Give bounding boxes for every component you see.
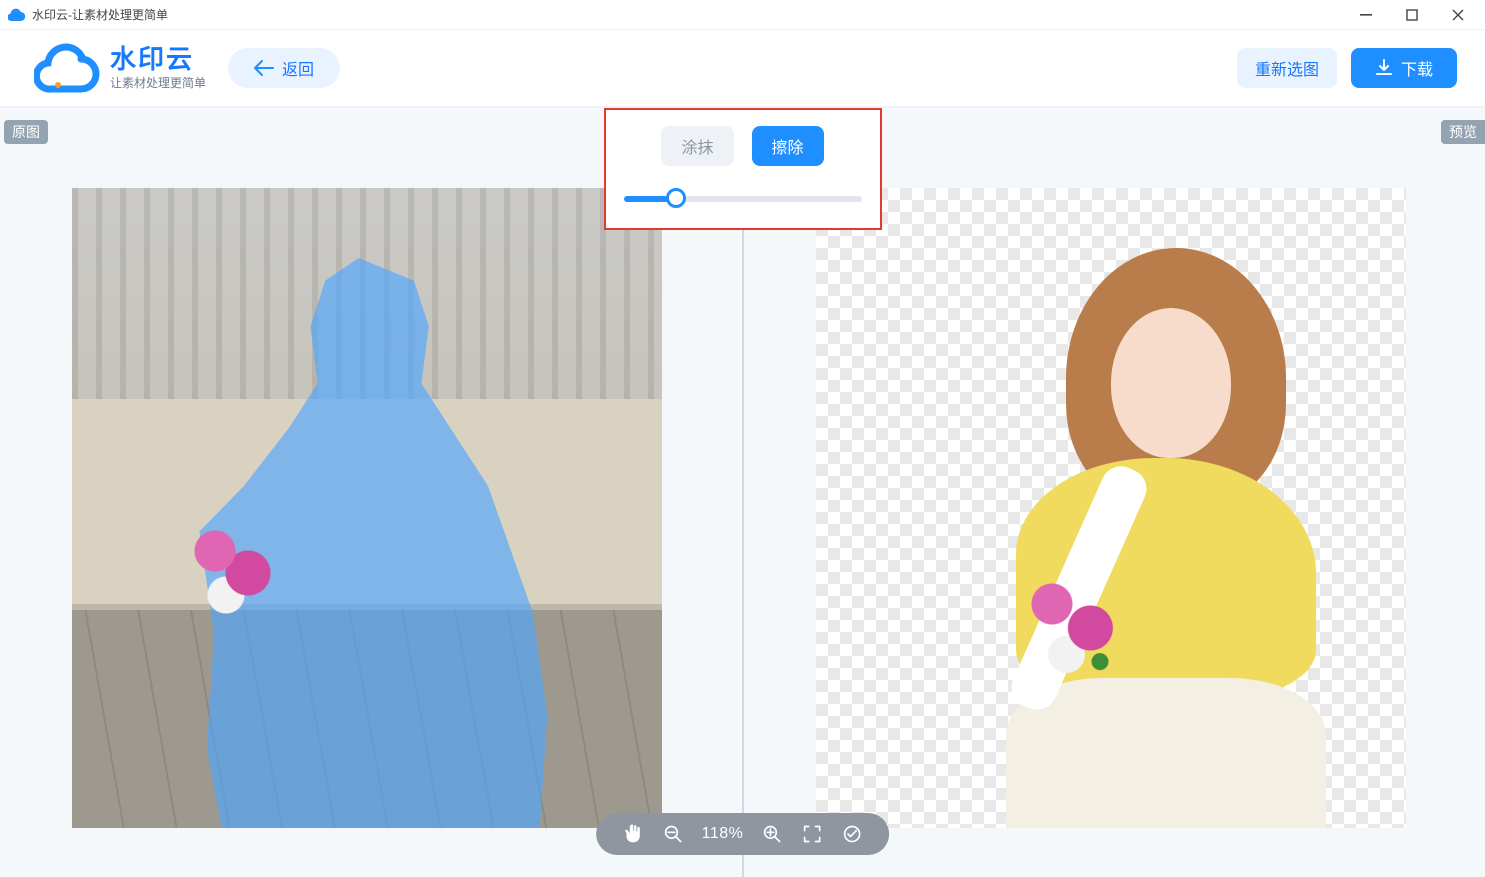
zoom-out-icon [663,824,683,844]
brush-size-slider[interactable] [624,188,862,208]
window-close-button[interactable] [1435,0,1481,30]
zoom-out-button[interactable] [662,823,684,845]
window-title-area: 水印云-让素材处理更简单 [8,6,168,24]
original-image [72,188,662,828]
zoom-in-icon [762,824,782,844]
maximize-icon [1406,9,1418,21]
subject-face [1111,308,1231,458]
window-title: 水印云-让素材处理更简单 [32,6,168,23]
hand-icon [623,824,643,844]
window-controls [1343,0,1481,30]
slider-thumb[interactable] [666,188,686,208]
zoom-toolbar: 118% [596,813,890,855]
original-badge: 原图 [4,120,48,144]
cutout-subject [916,248,1346,828]
brand-logo-icon [34,43,100,93]
app-small-logo-icon [8,6,26,24]
tool-tab-smear[interactable]: 涂抹 [661,126,733,166]
check-circle-icon [842,824,862,844]
preview-image-transparent-bg [816,188,1406,828]
brand: 水印云 让素材处理更简单 [34,43,206,93]
download-button[interactable]: 下载 [1351,48,1457,88]
back-button-label: 返回 [282,56,314,80]
fit-screen-icon [802,824,822,844]
subject-flowers [1016,568,1136,688]
reselect-image-button[interactable]: 重新选图 [1237,48,1337,88]
window-titlebar: 水印云-让素材处理更简单 [0,0,1485,30]
back-button[interactable]: 返回 [228,48,340,88]
minimize-icon [1360,9,1372,21]
zoom-in-button[interactable] [761,823,783,845]
window-minimize-button[interactable] [1343,0,1389,30]
fit-screen-button[interactable] [801,823,823,845]
arrow-left-icon [254,60,274,76]
tool-tab-smear-label: 涂抹 [681,140,713,157]
download-button-label: 下载 [1401,56,1433,80]
brush-tool-panel: 涂抹 擦除 [604,108,882,230]
flowers-decoration [182,518,292,628]
brand-name: 水印云 [110,46,206,72]
tool-tab-erase-label: 擦除 [772,140,804,157]
brand-subtitle: 让素材处理更简单 [110,74,206,91]
pan-hand-button[interactable] [622,823,644,845]
reselect-image-label: 重新选图 [1255,56,1319,80]
tool-tab-erase[interactable]: 擦除 [752,126,824,166]
close-icon [1452,9,1464,21]
confirm-button[interactable] [841,823,863,845]
zoom-level-text: 118% [702,825,744,843]
app-header: 水印云 让素材处理更简单 返回 重新选图 下载 [0,30,1485,108]
download-icon [1375,59,1393,77]
workspace: 原图 预览 [0,108,1485,877]
preview-badge: 预览 [1441,120,1485,144]
window-maximize-button[interactable] [1389,0,1435,30]
